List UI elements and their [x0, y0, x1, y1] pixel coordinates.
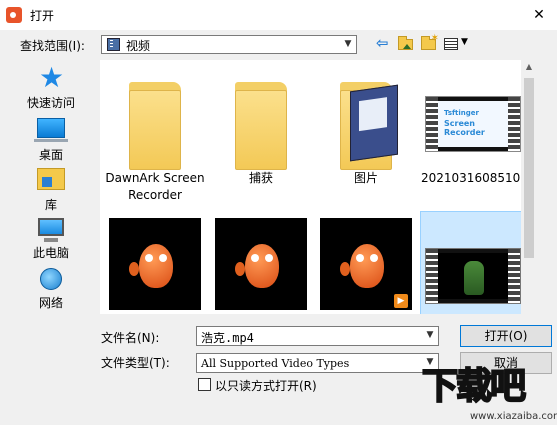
video-folder-icon	[107, 38, 120, 51]
chevron-down-icon: ▼	[461, 37, 468, 47]
readonly-checkbox[interactable]	[198, 378, 211, 391]
file-item[interactable]	[211, 212, 311, 314]
lookin-dropdown[interactable]: 视频 ▼	[101, 35, 357, 54]
folder-icon	[129, 90, 181, 170]
filetype-label: 文件类型(T):	[101, 356, 170, 370]
library-icon	[37, 168, 65, 190]
title-bar: 打开 ✕	[0, 0, 557, 30]
star-icon: ★	[39, 61, 65, 94]
video-thumbnail	[109, 218, 201, 310]
sparkle-icon: ✶	[430, 33, 439, 44]
nav-label: 库	[44, 198, 57, 212]
readonly-label[interactable]: 以只读方式打开(R)	[215, 377, 317, 394]
file-item[interactable]: Tsftinger Screen Recorder 2021031608510.…	[421, 62, 521, 212]
filetype-dropdown[interactable]: All Supported Video Types ▼	[196, 353, 439, 373]
close-icon: ✕	[533, 7, 545, 23]
file-item[interactable]: 捕获	[211, 62, 311, 212]
lookin-label: 查找范围(I):	[20, 39, 85, 53]
nav-label: 桌面	[38, 148, 63, 162]
network-icon	[40, 268, 62, 290]
file-item[interactable]	[105, 212, 205, 314]
file-name: 2021031608510...	[421, 171, 521, 185]
watermark-url: www.xiazaiba.com	[470, 411, 557, 422]
video-thumbnail: ▶	[320, 218, 412, 310]
folder-icon	[235, 90, 287, 170]
file-name: DawnArk Screen Recorder	[105, 171, 205, 202]
vertical-scrollbar[interactable]: ▲	[521, 60, 537, 314]
thumbnail-text: Tsftinger	[444, 109, 479, 117]
file-list[interactable]: DawnArk Screen Recorder 捕获 图片 Tsftinger …	[100, 60, 521, 314]
filename-input[interactable]: 浩克.mp4 ▼	[196, 326, 439, 346]
up-folder-button[interactable]	[398, 36, 414, 52]
lookin-value: 视频	[126, 39, 151, 53]
file-item[interactable]: DawnArk Screen Recorder	[105, 62, 205, 212]
window-title: 打开	[30, 9, 55, 23]
scroll-up-icon[interactable]: ▲	[521, 62, 537, 71]
computer-icon	[38, 218, 64, 242]
nav-label: 网络	[38, 296, 63, 310]
back-arrow-icon: ⇦	[376, 34, 389, 52]
nav-desktop[interactable]: 桌面	[18, 114, 84, 162]
open-button[interactable]: 打开(O)	[460, 325, 552, 347]
back-button[interactable]: ⇦	[376, 36, 392, 52]
chevron-down-icon[interactable]: ▼	[422, 327, 438, 345]
nav-label: 此电脑	[32, 246, 69, 260]
desktop-icon	[34, 118, 68, 142]
video-thumbnail	[425, 248, 521, 304]
watermark-logo: 下载吧	[421, 366, 527, 408]
up-folder-icon	[398, 36, 413, 50]
play-icon: ▶	[394, 294, 408, 308]
nav-this-pc[interactable]: 此电脑	[18, 216, 84, 264]
chevron-down-icon[interactable]: ▼	[340, 36, 356, 53]
view-menu-button[interactable]: ▼	[444, 36, 472, 52]
video-thumbnail	[215, 218, 307, 310]
filename-value: 浩克.mp4	[201, 331, 254, 345]
nav-label: 快速访问	[26, 96, 75, 110]
document-preview-icon	[350, 84, 398, 162]
file-name: 图片	[353, 171, 378, 185]
file-item[interactable]: 图片	[316, 62, 416, 212]
app-icon	[6, 7, 22, 23]
view-icon	[444, 38, 458, 50]
scroll-thumb[interactable]	[524, 78, 534, 258]
video-thumbnail: Tsftinger Screen Recorder	[425, 96, 521, 152]
nav-network[interactable]: 网络	[18, 266, 84, 314]
file-item[interactable]: ▶	[316, 212, 416, 314]
filename-label: 文件名(N):	[101, 331, 160, 345]
file-name: 捕获	[248, 171, 273, 185]
nav-quick-access[interactable]: ★ 快速访问	[18, 61, 84, 111]
thumbnail-text: Screen Recorder	[444, 119, 485, 137]
new-folder-button[interactable]: ✶	[421, 33, 439, 52]
filetype-value: All Supported Video Types	[201, 357, 350, 370]
nav-library[interactable]: 库	[18, 164, 84, 212]
close-button[interactable]: ✕	[529, 5, 549, 25]
file-item-selected[interactable]	[420, 211, 521, 314]
